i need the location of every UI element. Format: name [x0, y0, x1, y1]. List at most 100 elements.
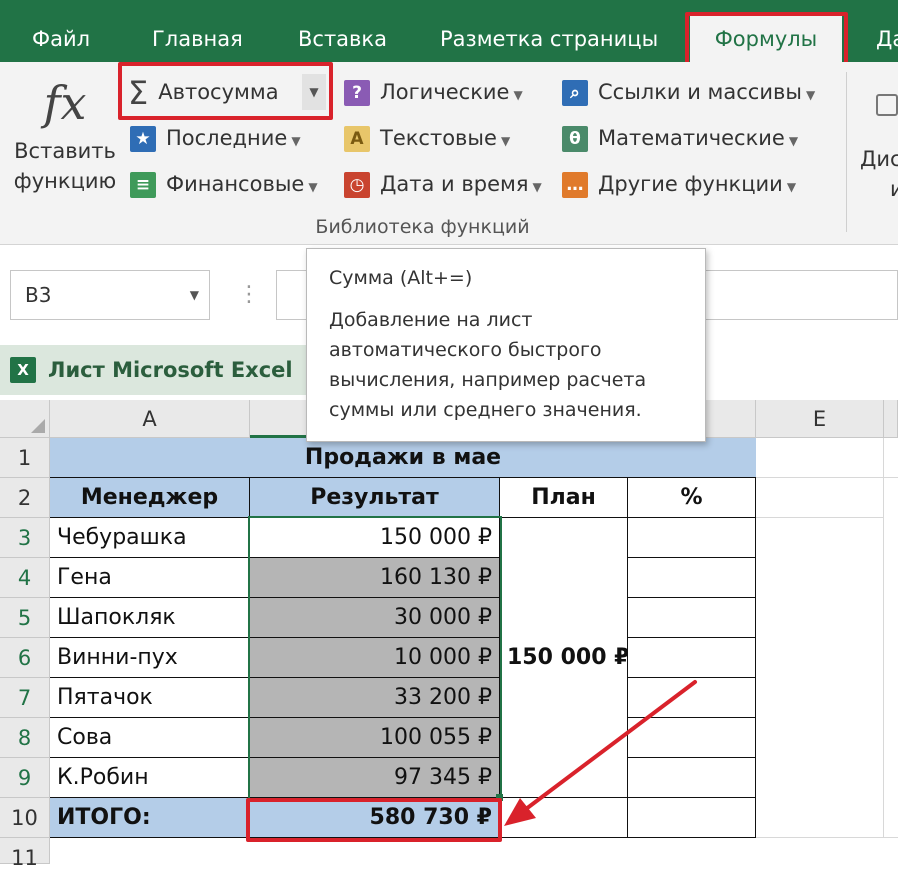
logical-label: Логические [380, 80, 510, 104]
chevron-down-icon: ▼ [786, 180, 797, 194]
tooltip-line: Добавление на лист [329, 309, 533, 331]
theta-icon: θ [562, 126, 588, 152]
name-box[interactable]: B3 ▼ [10, 270, 210, 320]
name-box-value: B3 [25, 283, 52, 307]
math-label: Математические [598, 126, 785, 150]
header-plan[interactable]: План [500, 478, 628, 518]
tooltip-title: Сумма (Alt+=) [329, 267, 473, 289]
chevron-down-icon: ▼ [513, 88, 523, 102]
recent-button[interactable]: ★ Последние ▼ [130, 118, 301, 158]
more-functions-label: Другие функции [598, 172, 783, 196]
workbook-tab-label: Лист Microsoft Excel [48, 358, 293, 382]
text-button[interactable]: A Текстовые ▼ [344, 118, 510, 158]
cell[interactable] [884, 438, 898, 478]
header-result[interactable]: Результат [250, 478, 500, 518]
selection-range [248, 516, 502, 800]
define-name-icon [876, 94, 898, 116]
red-arrow-icon [504, 680, 697, 826]
total-highlight [246, 798, 502, 842]
more-functions-button[interactable]: … Другие функции ▼ [562, 164, 796, 204]
tooltip-line: суммы или среднего значения. [329, 399, 642, 421]
manager-cell[interactable]: Гена [50, 558, 250, 598]
coins-icon: ≡ [130, 172, 156, 198]
row-header[interactable]: 4 [0, 558, 50, 598]
datetime-label: Дата и время [380, 172, 529, 196]
group-label: Библиотека функций [315, 216, 530, 238]
magnifier-icon: ⌕ [562, 80, 588, 106]
tab-home[interactable]: Главная [152, 20, 243, 58]
workbook-tab[interactable]: X Лист Microsoft Excel [0, 345, 318, 395]
defined-names-label-2: и [890, 177, 898, 201]
recent-label: Последние [166, 126, 288, 150]
lookup-button[interactable]: ⌕ Ссылки и массивы ▼ [562, 72, 815, 112]
fx-icon: fx [43, 76, 87, 130]
column-f-cells[interactable] [884, 478, 898, 838]
financial-button[interactable]: ≡ Финансовые ▼ [130, 164, 318, 204]
percent-cell[interactable] [628, 558, 756, 598]
tab-insert[interactable]: Вставка [298, 20, 387, 58]
tab-data[interactable]: Да [876, 20, 898, 58]
row-header[interactable]: 10 [0, 798, 50, 838]
star-icon: ★ [130, 126, 156, 152]
manager-cell[interactable]: Пятачок [50, 678, 250, 718]
select-all-corner[interactable] [0, 400, 50, 438]
row-header[interactable]: 6 [0, 638, 50, 678]
ribbon-formulas: fx Вставить функцию Σ Автосумма ▼ ★ Послед… [0, 62, 898, 245]
tooltip-line: автоматического быстрого [329, 339, 602, 361]
tab-file[interactable]: Файл [32, 20, 90, 58]
chevron-down-icon[interactable]: ▼ [190, 271, 199, 319]
insert-function-label-2: функцию [13, 169, 117, 193]
chevron-down-icon: ▼ [788, 134, 799, 148]
insert-function-button[interactable]: fx Вставить функцию [10, 70, 120, 220]
cell[interactable] [756, 478, 884, 518]
autosum-tooltip: Сумма (Alt+=) Добавление на лист автомат… [306, 248, 706, 442]
insert-function-label-1: Вставить [14, 139, 116, 163]
formula-bar-divider-icon: ⋮ [238, 282, 260, 307]
chevron-down-icon: ▼ [532, 180, 542, 194]
header-manager[interactable]: Менеджер [50, 478, 250, 518]
manager-cell[interactable]: Сова [50, 718, 250, 758]
logical-button[interactable]: ? Логические ▼ [344, 72, 523, 112]
row-header[interactable]: 3 [0, 518, 50, 558]
cell[interactable] [756, 438, 884, 478]
text-a-icon: A [344, 126, 370, 152]
manager-cell[interactable]: Чебурашка [50, 518, 250, 558]
ribbon-separator [846, 72, 847, 232]
defined-names-button[interactable]: Дис и [860, 144, 898, 204]
text-label: Текстовые [380, 126, 497, 150]
row-header[interactable]: 11 [0, 838, 50, 870]
autosum-highlight [118, 62, 333, 120]
manager-cell[interactable]: Шапокляк [50, 598, 250, 638]
total-label[interactable]: ИТОГО: [50, 798, 250, 838]
datetime-button[interactable]: ◷ Дата и время ▼ [344, 164, 542, 204]
manager-cell[interactable]: Винни-пух [50, 638, 250, 678]
math-button[interactable]: θ Математические ▼ [562, 118, 798, 158]
row-header[interactable]: 1 [0, 438, 50, 478]
question-icon: ? [344, 80, 370, 106]
header-percent[interactable]: % [628, 478, 756, 518]
ribbon-tab-bar: Файл Главная Вставка Разметка страницы Ф… [0, 0, 898, 70]
manager-cell[interactable]: К.Робин [50, 758, 250, 798]
row-header[interactable]: 5 [0, 598, 50, 638]
column-header-a[interactable]: A [50, 400, 250, 438]
percent-cell[interactable] [628, 518, 756, 558]
column-header-f[interactable] [884, 400, 898, 438]
column-header-e[interactable]: E [756, 400, 884, 438]
row-header[interactable]: 7 [0, 678, 50, 718]
excel-icon: X [10, 357, 36, 383]
row-header[interactable]: 8 [0, 718, 50, 758]
lookup-label: Ссылки и массивы [598, 80, 802, 104]
percent-cell[interactable] [628, 598, 756, 638]
corner-triangle-icon [31, 419, 45, 433]
row-header[interactable]: 2 [0, 478, 50, 518]
tab-page-layout[interactable]: Разметка страницы [440, 20, 658, 58]
clock-icon: ◷ [344, 172, 370, 198]
chevron-down-icon: ▼ [805, 88, 816, 102]
tooltip-line: вычисления, например расчета [329, 369, 647, 391]
defined-names-label-1: Дис [860, 147, 898, 171]
column-e-cells[interactable] [756, 518, 884, 838]
financial-label: Финансовые [166, 172, 305, 196]
chevron-down-icon: ▼ [500, 134, 511, 148]
row-header[interactable]: 9 [0, 758, 50, 798]
table-title[interactable]: Продажи в мае [50, 438, 756, 478]
